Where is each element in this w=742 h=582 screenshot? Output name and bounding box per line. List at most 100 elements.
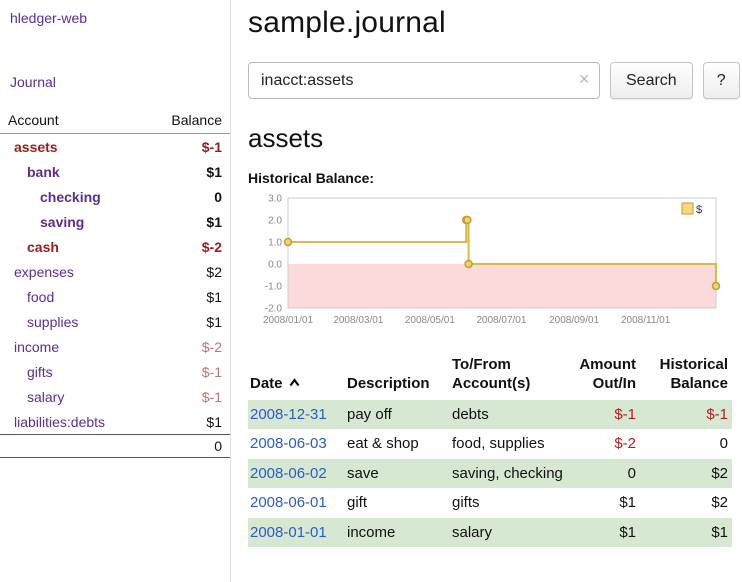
transaction-date-link[interactable]: 2008-06-02 — [250, 465, 327, 482]
register-row: 2008-06-03eat & shopfood, supplies$-20 — [248, 429, 732, 459]
search-input[interactable] — [248, 62, 600, 99]
chart-title: Historical Balance: — [248, 170, 742, 186]
clear-search-icon[interactable]: ✕ — [578, 71, 590, 88]
sidebar: hledger-web Journal Account Balance asse… — [0, 0, 231, 582]
account-link-liabilities:debts[interactable]: liabilities:debts — [8, 414, 105, 430]
cell-description: pay off — [345, 400, 450, 430]
cell-accounts: salary — [450, 518, 568, 548]
page-title: sample.journal — [248, 6, 742, 40]
account-row: food $1 — [0, 284, 230, 309]
cell-date: 2008-06-02 — [248, 459, 345, 489]
transaction-date-link[interactable]: 2008-06-01 — [250, 494, 327, 511]
cell-accounts: saving, checking — [450, 459, 568, 489]
transaction-date-link[interactable]: 2008-12-31 — [250, 406, 327, 423]
account-link-income[interactable]: income — [8, 339, 59, 355]
account-balance: $2 — [206, 264, 222, 280]
column-header-date[interactable]: Date — [248, 353, 345, 400]
account-link-cash[interactable]: cash — [8, 239, 59, 255]
account-balance: $1 — [206, 414, 222, 430]
register-table: Date Description To/From Account(s) Amou… — [248, 353, 732, 547]
account-balance: $-1 — [202, 364, 222, 380]
cell-description: gift — [345, 488, 450, 518]
svg-text:2008/09/01: 2008/09/01 — [549, 315, 599, 326]
column-header-amount: Amount Out/In — [568, 353, 640, 400]
register-header-row: Date Description To/From Account(s) Amou… — [248, 353, 732, 400]
cell-accounts: gifts — [450, 488, 568, 518]
transaction-date-link[interactable]: 2008-06-03 — [250, 435, 327, 452]
svg-text:$: $ — [696, 204, 702, 216]
svg-text:-2.0: -2.0 — [265, 304, 283, 315]
svg-text:1.0: 1.0 — [268, 238, 282, 249]
column-header-tofrom: To/From Account(s) — [450, 353, 568, 400]
account-link-salary[interactable]: salary — [8, 389, 64, 405]
date-header-label: Date — [250, 375, 283, 392]
account-link-food[interactable]: food — [8, 289, 54, 305]
main-content: sample.journal ✕ Search ? assets Histori… — [232, 0, 742, 547]
cell-date: 2008-06-01 — [248, 488, 345, 518]
search-button[interactable]: Search — [610, 62, 693, 99]
cell-date: 2008-12-31 — [248, 400, 345, 430]
account-balance: 0 — [214, 189, 222, 205]
account-row: checking 0 — [0, 184, 230, 209]
cell-balance: $2 — [640, 488, 732, 518]
total-row: 0 — [0, 434, 230, 458]
account-balance: $-2 — [202, 339, 222, 355]
balance-column-header: Balance — [171, 112, 222, 128]
account-row: salary $-1 — [0, 384, 230, 409]
account-row: supplies$1 — [0, 309, 230, 334]
account-link-supplies[interactable]: supplies — [8, 314, 78, 330]
account-link-checking[interactable]: checking — [8, 189, 101, 205]
cell-balance: 0 — [640, 429, 732, 459]
cell-date: 2008-06-03 — [248, 429, 345, 459]
svg-text:3.0: 3.0 — [268, 194, 282, 205]
search-bar: ✕ Search ? — [248, 62, 742, 99]
cell-amount: $-1 — [568, 400, 640, 430]
account-row: gifts $-1 — [0, 359, 230, 384]
cell-accounts: debts — [450, 400, 568, 430]
account-link-assets[interactable]: assets — [8, 139, 58, 155]
register-row: 2008-06-02 savesaving, checking0$2 — [248, 459, 732, 489]
account-balance: $-1 — [202, 389, 222, 405]
svg-text:2008/07/01: 2008/07/01 — [476, 315, 526, 326]
cell-balance: $-1 — [640, 400, 732, 430]
cell-date: 2008-01-01 — [248, 518, 345, 548]
account-balance: $1 — [206, 164, 222, 180]
account-row: income $-2 — [0, 334, 230, 359]
cell-amount: $1 — [568, 488, 640, 518]
help-button[interactable]: ? — [703, 62, 740, 99]
account-balance: $-1 — [202, 139, 222, 155]
nav-journal-link[interactable]: Journal — [0, 26, 230, 90]
account-link-saving[interactable]: saving — [8, 214, 84, 230]
account-link-bank[interactable]: bank — [8, 164, 60, 180]
transaction-date-link[interactable]: 2008-01-01 — [250, 524, 327, 541]
total-balance: 0 — [214, 438, 222, 454]
cell-amount: 0 — [568, 459, 640, 489]
account-link-gifts[interactable]: gifts — [8, 364, 53, 380]
cell-description: income — [345, 518, 450, 548]
account-row: expenses $2 — [0, 259, 230, 284]
account-table-body: assets$-1bank$1checking0saving$1cash$-2e… — [0, 134, 230, 434]
app-title-link[interactable]: hledger-web — [0, 0, 230, 26]
account-link-expenses[interactable]: expenses — [8, 264, 74, 280]
cell-description: save — [345, 459, 450, 489]
account-table-header: Account Balance — [0, 108, 230, 134]
account-balance-table: Account Balance assets $-1 bank $1 checking 0… — [0, 108, 230, 458]
register-row: 2008-06-01 giftgifts$1$2 — [248, 488, 732, 518]
account-balance: $1 — [206, 289, 222, 305]
svg-text:0.0: 0.0 — [268, 260, 282, 271]
svg-text:2008/05/01: 2008/05/01 — [405, 315, 455, 326]
cell-amount: $1 — [568, 518, 640, 548]
cell-description: eat & shop — [345, 429, 450, 459]
svg-text:-1.0: -1.0 — [265, 282, 283, 293]
column-header-description: Description — [345, 353, 450, 400]
account-row: saving$1 — [0, 209, 230, 234]
account-heading: assets — [248, 123, 742, 154]
cell-balance: $2 — [640, 459, 732, 489]
account-balance: $-2 — [202, 239, 222, 255]
account-row: liabilities:debts $1 — [0, 409, 230, 434]
register-row: 2008-12-31pay offdebts$-1$-1 — [248, 400, 732, 430]
account-row: assets $-1 — [0, 134, 230, 159]
svg-text:2.0: 2.0 — [268, 216, 282, 227]
svg-text:2008/01/01: 2008/01/01 — [263, 315, 313, 326]
sort-ascending-icon — [289, 378, 300, 387]
